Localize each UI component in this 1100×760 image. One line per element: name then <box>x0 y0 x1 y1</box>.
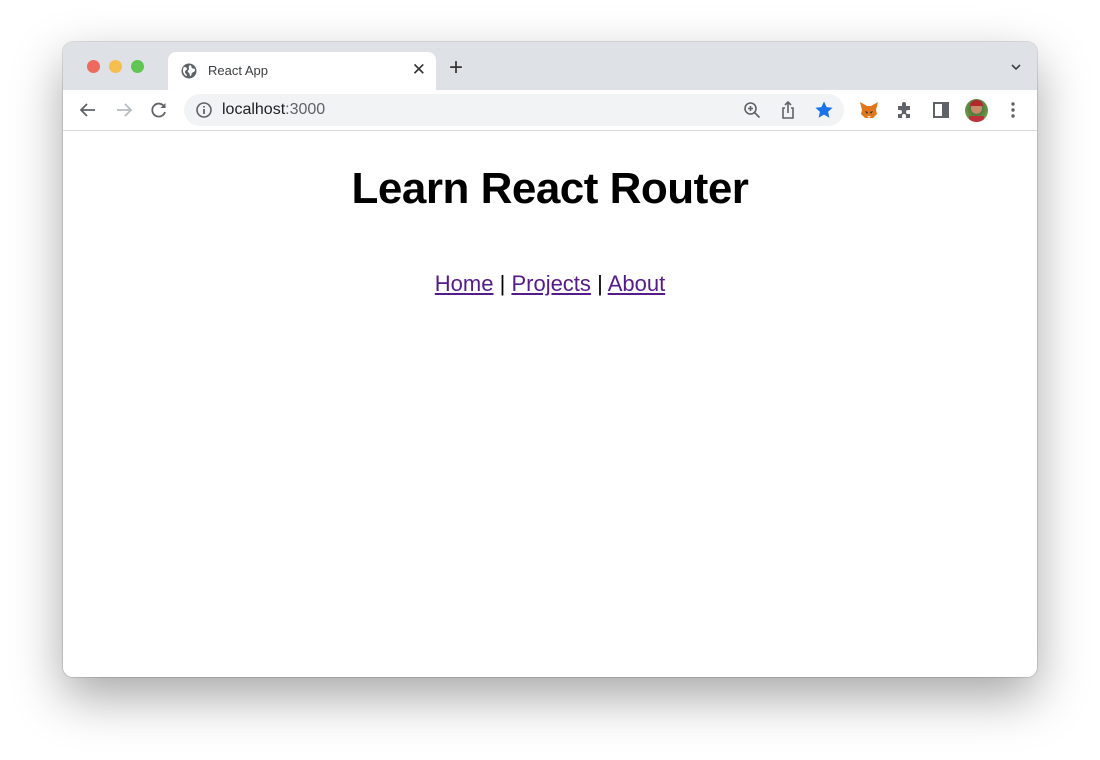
page-content: Learn React Router Home | Projects | Abo… <box>63 131 1037 677</box>
page-title: Learn React Router <box>351 164 749 213</box>
url-port: :3000 <box>285 101 326 118</box>
kebab-menu-icon[interactable] <box>1003 100 1023 120</box>
url-host: localhost <box>222 101 286 118</box>
info-icon[interactable] <box>194 100 214 120</box>
metamask-fox-icon[interactable] <box>859 100 879 120</box>
share-icon[interactable] <box>778 100 798 120</box>
browser-window: React App ✕ + localhost:3000 Learn React… <box>63 42 1037 677</box>
chevron-down-icon[interactable] <box>1011 62 1021 72</box>
nav-link-projects[interactable]: Projects <box>511 271 590 296</box>
tab-react-app[interactable]: React App ✕ <box>168 52 436 90</box>
url-text[interactable]: localhost:3000 <box>222 101 325 119</box>
browser-toolbar: localhost:3000 <box>63 90 1037 131</box>
main-nav: Home | Projects | About <box>63 271 1037 297</box>
nav-link-home[interactable]: Home <box>435 271 494 296</box>
nav-link-about[interactable]: About <box>608 271 666 296</box>
bookmark-star-icon[interactable] <box>814 100 834 120</box>
nav-separator: | <box>597 271 603 296</box>
address-bar[interactable]: localhost:3000 <box>184 94 844 126</box>
close-tab-icon[interactable]: ✕ <box>412 60 426 80</box>
profile-avatar[interactable] <box>965 99 988 122</box>
zoom-icon[interactable] <box>742 100 762 120</box>
tab-title: React App <box>208 63 268 78</box>
back-arrow-icon[interactable] <box>78 100 98 120</box>
nav-separator: | <box>499 271 506 296</box>
puzzle-extensions-icon[interactable] <box>895 100 915 120</box>
forward-arrow-icon[interactable] <box>114 100 134 120</box>
tab-strip: React App ✕ + <box>63 42 1037 90</box>
side-panel-icon[interactable] <box>931 100 951 120</box>
close-window-button[interactable] <box>87 60 100 73</box>
reload-icon[interactable] <box>149 100 169 120</box>
maximize-window-button[interactable] <box>131 60 144 73</box>
new-tab-icon[interactable]: + <box>449 56 463 80</box>
globe-icon <box>181 63 197 79</box>
minimize-window-button[interactable] <box>109 60 122 73</box>
